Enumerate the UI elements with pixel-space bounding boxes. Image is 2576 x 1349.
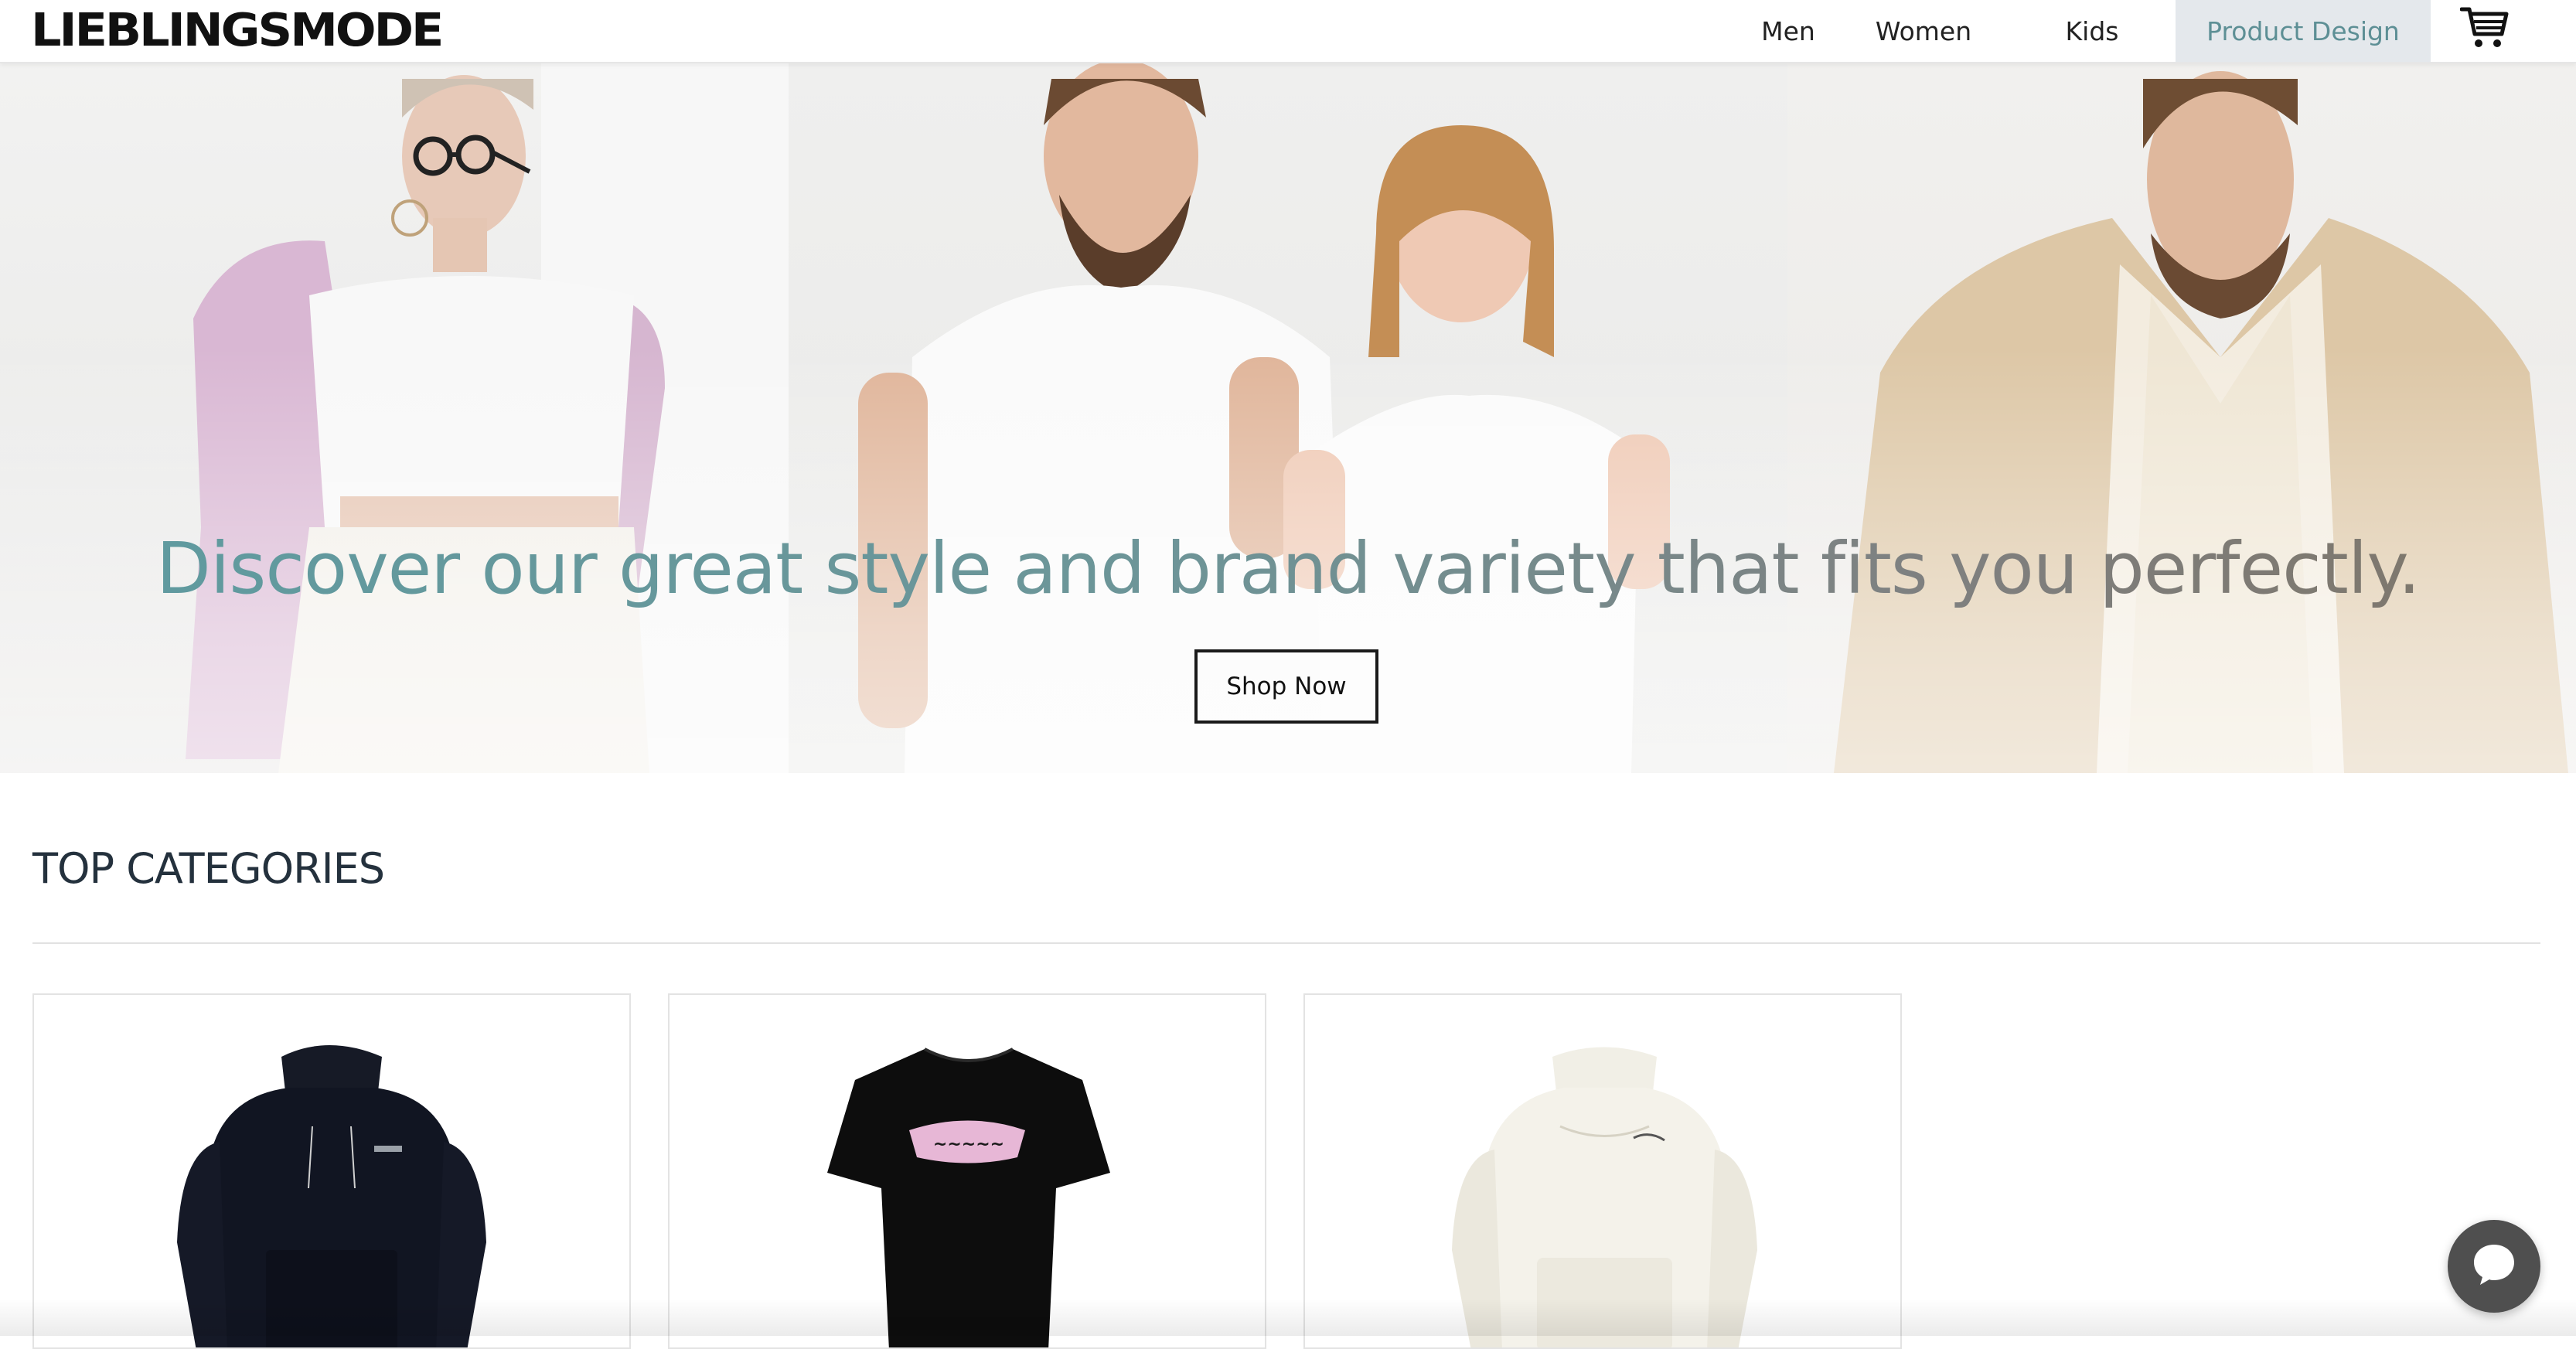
nav-women[interactable]: Women	[1838, 0, 2009, 62]
shop-now-button[interactable]: Shop Now	[1194, 649, 1378, 724]
cream-hoodie-image	[1452, 1047, 1757, 1347]
nav-men[interactable]: Men	[1738, 0, 1838, 62]
category-card-black-tshirt[interactable]: ~~~~~	[668, 993, 1266, 1349]
category-card-black-hoodie[interactable]	[32, 993, 631, 1349]
chat-bubble-icon	[2469, 1240, 2519, 1293]
main-nav: Men Women Kids Product Design	[1738, 0, 2576, 62]
brand-logo[interactable]: LIEBLINGSMODE	[31, 2, 444, 57]
hero-headline: Discover our great style and brand varie…	[0, 527, 2576, 610]
cart-button[interactable]	[2431, 0, 2576, 62]
section-divider	[32, 942, 2540, 944]
nav-product-design[interactable]: Product Design	[2176, 0, 2431, 62]
shopping-cart-icon	[2459, 5, 2510, 57]
site-header: LIEBLINGSMODE Men Women Kids Product Des…	[0, 0, 2576, 63]
section-title-top-categories: TOP CATEGORIES	[32, 844, 385, 893]
category-card-cream-hoodie[interactable]	[1303, 993, 1902, 1349]
chat-button[interactable]	[2448, 1220, 2540, 1313]
nav-kids[interactable]: Kids	[2009, 0, 2176, 62]
black-tshirt-image: ~~~~~	[827, 1048, 1110, 1347]
svg-text:~~~~~: ~~~~~	[933, 1135, 1004, 1154]
black-hoodie-image	[177, 1045, 486, 1347]
